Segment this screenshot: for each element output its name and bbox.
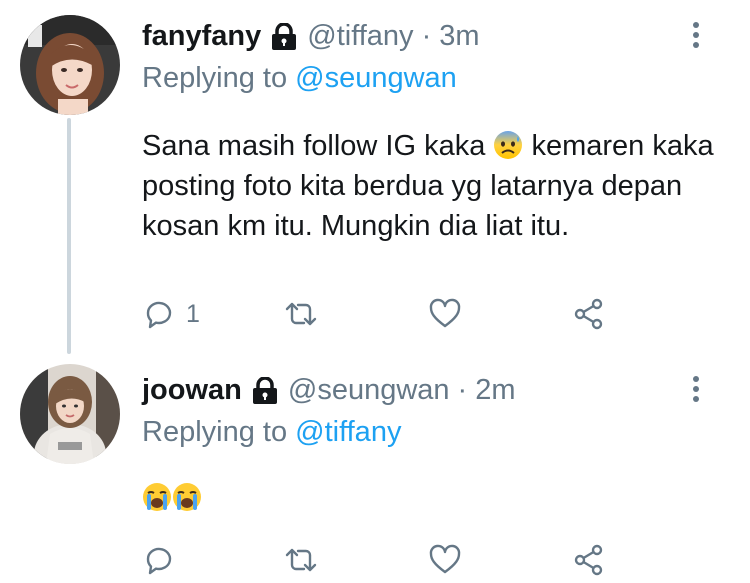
more-icon[interactable] <box>692 376 700 408</box>
replying-to-label: Replying to <box>142 416 288 448</box>
reply-mention-link[interactable]: @tiffany <box>295 416 401 448</box>
tweet-header: fanyfany @tiffany · 3m <box>142 14 730 58</box>
retweet-button[interactable] <box>284 294 318 334</box>
separator-dot: · <box>421 19 432 52</box>
avatar-image <box>20 15 120 115</box>
more-icon[interactable] <box>692 22 700 54</box>
like-button[interactable] <box>428 540 462 580</box>
share-icon <box>574 544 603 576</box>
tweet[interactable]: joowan @seungwan · 2m Replying to @tiffa… <box>0 352 750 583</box>
loudly-crying-face-icon <box>172 482 202 512</box>
display-name[interactable]: fanyfany <box>142 20 261 53</box>
reply-count: 1 <box>186 299 200 328</box>
handle[interactable]: @tiffany <box>307 20 413 53</box>
timestamp[interactable]: 2m <box>475 374 515 407</box>
like-button[interactable] <box>428 294 462 334</box>
reply-icon <box>146 547 172 575</box>
like-icon <box>429 544 461 574</box>
reply-button[interactable] <box>142 540 176 580</box>
reply-icon <box>146 301 172 329</box>
avatar-image <box>20 364 120 464</box>
replying-to: Replying to @seungwan <box>142 58 730 98</box>
tweet-text <box>142 478 722 518</box>
separator-dot: · <box>457 373 468 406</box>
tweet-text: Sana masih follow IG kaka kemaren kaka p… <box>142 126 722 246</box>
replying-to-label: Replying to <box>142 62 288 94</box>
retweet-icon <box>285 302 317 326</box>
replying-to: Replying to @tiffany <box>142 412 730 452</box>
loudly-crying-face-icon <box>142 482 172 512</box>
retweet-icon <box>285 548 317 572</box>
like-icon <box>429 298 461 328</box>
lock-icon <box>271 22 297 51</box>
tweet-actions: 1 <box>142 294 702 334</box>
reply-button[interactable]: 1 <box>142 294 200 334</box>
lock-icon <box>252 376 278 405</box>
tweet-actions <box>142 540 702 580</box>
anxious-face-with-sweat-icon <box>493 130 523 160</box>
reply-mention-link[interactable]: @seungwan <box>295 62 457 94</box>
tweet-header: joowan @seungwan · 2m <box>142 368 730 412</box>
share-icon <box>574 298 603 330</box>
avatar[interactable] <box>20 15 120 115</box>
avatar[interactable] <box>20 364 120 464</box>
tweet[interactable]: fanyfany @tiffany · 3m Replying to @seun… <box>0 0 750 352</box>
tweet-text-part: Sana masih follow IG kaka <box>142 130 494 162</box>
display-name[interactable]: joowan <box>142 374 242 407</box>
retweet-button[interactable] <box>284 540 318 580</box>
timestamp[interactable]: 3m <box>439 20 479 53</box>
share-button[interactable] <box>572 540 606 580</box>
handle[interactable]: @seungwan <box>288 374 450 407</box>
share-button[interactable] <box>572 294 606 334</box>
